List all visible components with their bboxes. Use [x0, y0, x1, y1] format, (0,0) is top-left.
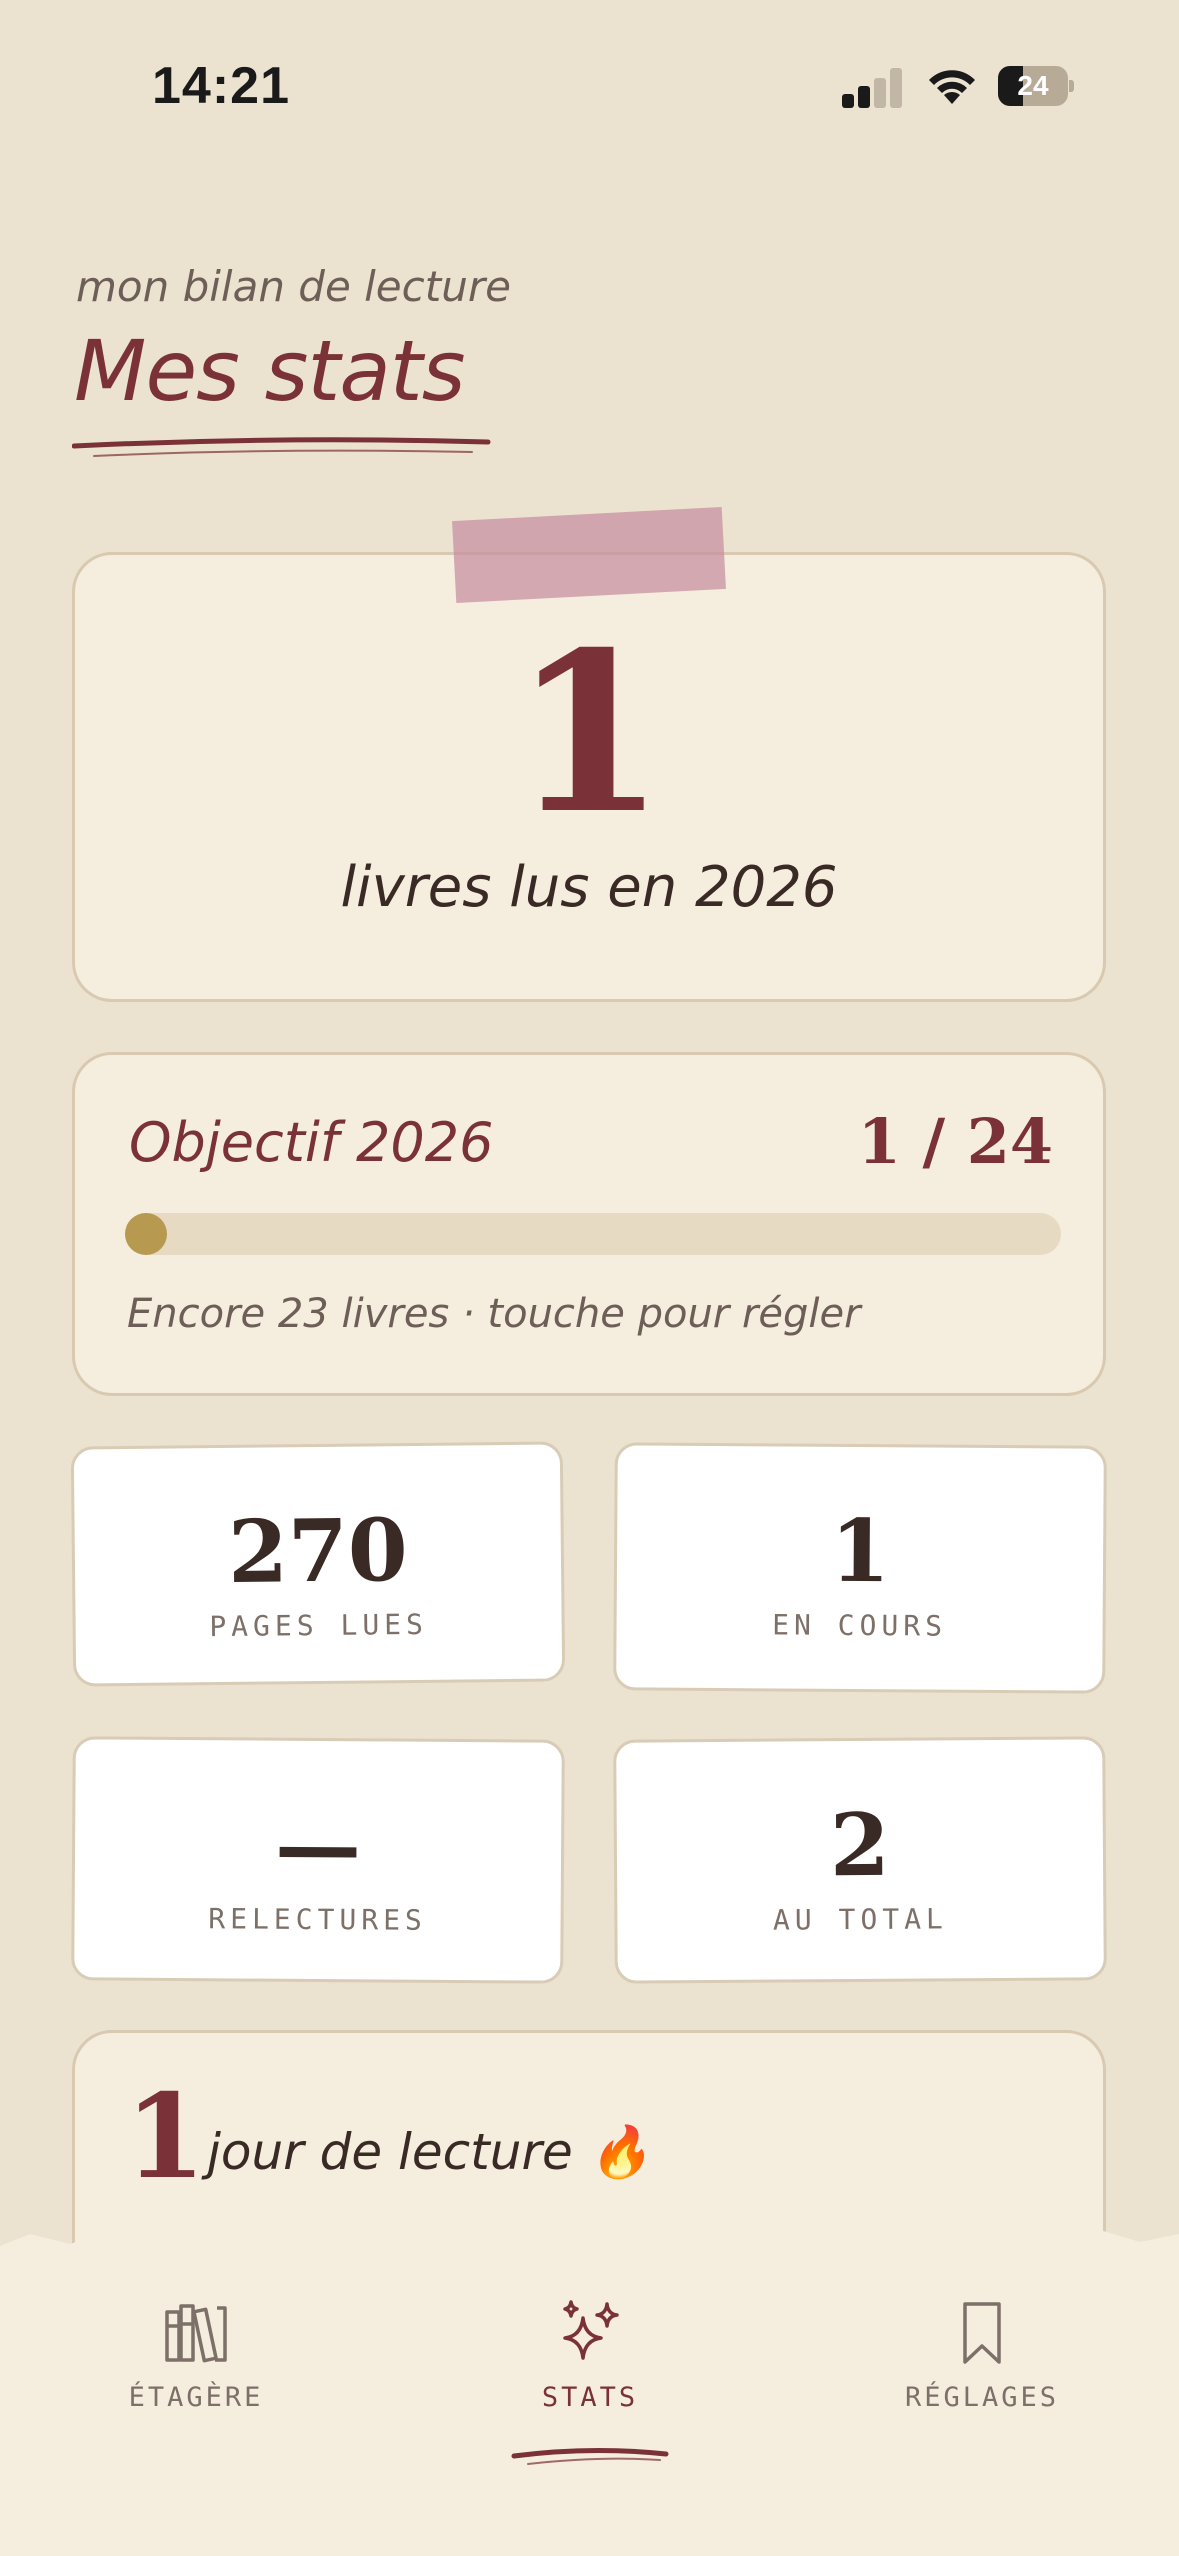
battery-icon: 24: [998, 66, 1074, 106]
sparkles-icon: [563, 2300, 619, 2360]
stat-rereads: — RELECTURES: [71, 1736, 565, 1984]
books-read-card: 1 livres lus en 2026: [72, 552, 1106, 1002]
wifi-icon: [924, 64, 980, 108]
title-underline: [72, 437, 491, 457]
tab-label: RÉGLAGES: [904, 2382, 1060, 2413]
books-read-label: livres lus en 2026: [340, 855, 838, 920]
signal-bar: [842, 94, 854, 108]
goal-hint: Encore 23 livres · touche pour régler: [127, 1291, 861, 1337]
tab-bar: ÉTAGÈRE STATS RÉGLAGES: [0, 2218, 1179, 2556]
stat-pages-read: 270 PAGES LUES: [70, 1441, 566, 1687]
signal-bar: [858, 86, 870, 108]
active-tab-underline: [511, 2447, 669, 2465]
goal-progress-fill: [125, 1213, 167, 1255]
tab-stats[interactable]: STATS: [440, 2298, 740, 2468]
signal-bar: [874, 78, 886, 108]
stat-value: 270: [227, 1500, 409, 1603]
goal-title: Objectif 2026: [129, 1111, 494, 1174]
stat-label: PAGES LUES: [209, 1607, 429, 1644]
streak-label: jour de lecture 🔥: [207, 2123, 651, 2181]
stat-value: 2: [829, 1794, 891, 1897]
status-time: 14:21: [152, 57, 290, 115]
streak-count: 1: [125, 2069, 206, 2205]
books-icon: [165, 2304, 227, 2363]
tab-label: STATS: [541, 2382, 639, 2413]
tab-shelf[interactable]: ÉTAGÈRE: [46, 2298, 346, 2468]
cellular-signal-icon: [842, 66, 908, 108]
page-subtitle: mon bilan de lecture: [76, 262, 511, 311]
goal-progress-value: 1 / 24: [857, 1105, 1053, 1178]
battery-level: 24: [1017, 70, 1049, 101]
stat-value: —: [274, 1794, 362, 1897]
books-read-count: 1: [512, 603, 666, 862]
stat-total: 2 AU TOTAL: [613, 1736, 1107, 1984]
goal-progress-bar: [125, 1213, 1061, 1255]
stat-currently-reading: 1 EN COURS: [613, 1442, 1107, 1694]
tape-decoration: [452, 506, 726, 604]
stat-label: RELECTURES: [208, 1902, 427, 1937]
bookmark-icon: [963, 2302, 1001, 2364]
page-title: Mes stats: [74, 322, 465, 420]
signal-bar: [890, 68, 902, 108]
stat-label: AU TOTAL: [772, 1902, 948, 1937]
tab-label: ÉTAGÈRE: [128, 2382, 264, 2413]
reading-goal-card[interactable]: Objectif 2026 1 / 24 Encore 23 livres · …: [72, 1052, 1106, 1396]
stat-label: EN COURS: [772, 1608, 948, 1643]
tab-settings[interactable]: RÉGLAGES: [832, 2298, 1132, 2468]
stat-value: 1: [829, 1500, 891, 1603]
